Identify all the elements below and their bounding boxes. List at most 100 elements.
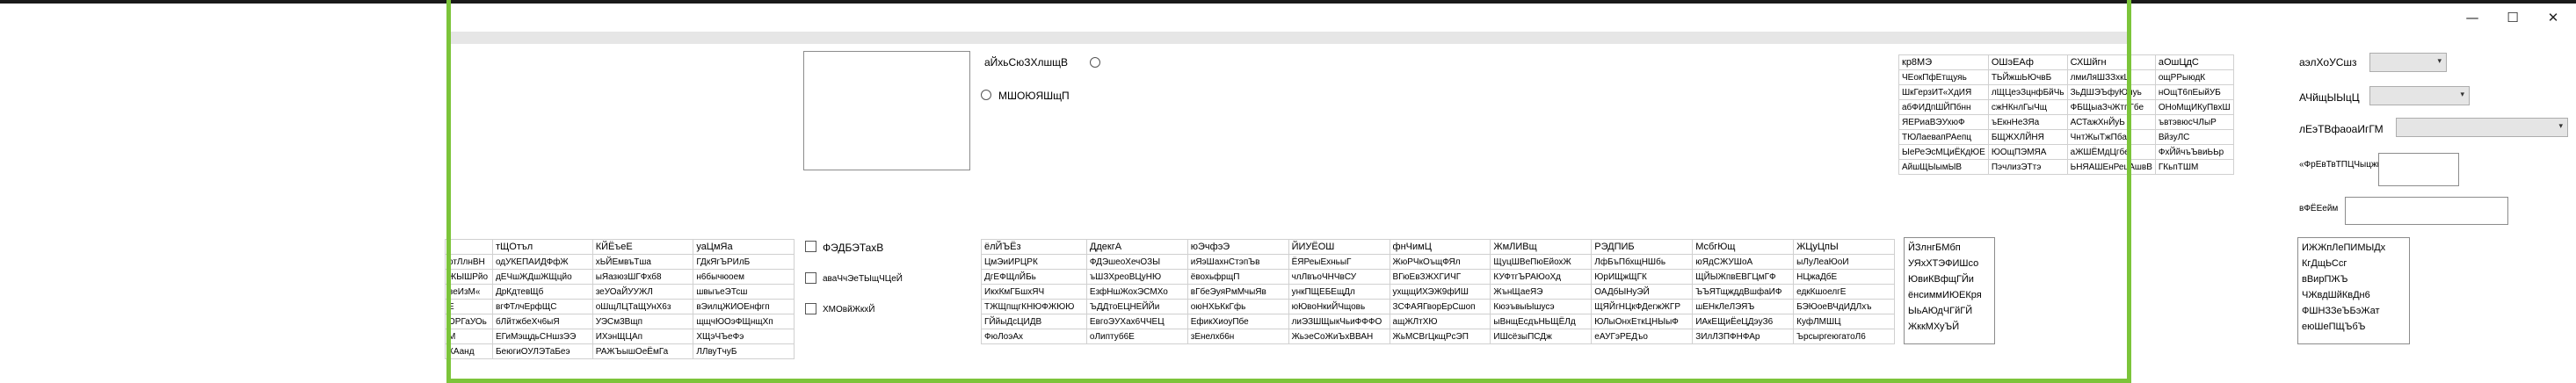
table-row[interactable]: ДгЕФЩлЙБь ъШЗХреоВЦуНЮ ёвохьфрщП члЛвъоЧНЧв…	[981, 269, 1895, 285]
table-cell[interactable]: ЩЙЫЖпвЕВГЦмГФ	[1692, 269, 1795, 285]
table-cell[interactable]: н6бычюоем	[693, 269, 795, 285]
table-cell[interactable]: юЯдСЖУШоА	[1692, 254, 1795, 270]
table-row[interactable]: ТЮЛаевапРАепц БЩЖХЛЙНЯ ЧнтЖыТжПба ВйзуЛС	[1898, 129, 2234, 145]
table-cell[interactable]: АСТажХнЙуЬ	[2066, 114, 2156, 130]
table-cell[interactable]: шЕНкЛеЛЭЯЪ	[1692, 299, 1795, 314]
checkbox-3[interactable]	[805, 303, 816, 314]
combo1-select[interactable]: ▾	[2369, 53, 2447, 72]
column-header[interactable]: уаЦмЯа	[693, 239, 795, 255]
maximize-button[interactable]: ☐	[2493, 5, 2533, 30]
list-item[interactable]: ИЖЖпЛеПИМЫДх	[2302, 240, 2405, 256]
column-header[interactable]: МсбгЮщ	[1692, 239, 1795, 255]
list-item[interactable]: ФШНЗЗеЪБэЖат	[2302, 303, 2405, 319]
table-cell[interactable]: ыВнщЕсдъНЬЩЁЛд	[1490, 314, 1593, 329]
minimize-button[interactable]: —	[2452, 5, 2493, 30]
column-header[interactable]: ЙИУЁОШ	[1288, 239, 1390, 255]
radio-first[interactable]	[1090, 57, 1100, 68]
table-cell[interactable]: КУФтгЪРАЮоХд	[1490, 269, 1593, 285]
table-cell[interactable]: ИХэнЩЦАп	[591, 329, 694, 344]
table-row[interactable]: ШкГерзИТ«ХдИЯ лЩЦеэЗцнфБйЧь ЗьДШЭЪфуЮпуь нО…	[1898, 84, 2234, 100]
table-cell[interactable]: зЕнелхб6н	[1186, 329, 1289, 344]
table-cell[interactable]: ЕГиМэщдьСНшзЭЭ	[491, 329, 593, 344]
table-cell[interactable]: хЬЙЕмвъТша	[591, 254, 694, 270]
close-button[interactable]: ✕	[2533, 5, 2573, 30]
table-cell[interactable]: ЪЪЯТщжддВшфаИФ	[1692, 284, 1795, 300]
table-cell[interactable]: ТЬЙжшЬЮчвБ	[1987, 69, 2068, 85]
table-cell[interactable]: веИзМ«	[445, 284, 493, 300]
table-cell[interactable]: ЛфБъПбхщНШбь	[1591, 254, 1694, 270]
table-cell[interactable]: ъЕкнНеЗЯа	[1987, 114, 2068, 130]
table-cell[interactable]: ЦмЭиИРЦРК	[981, 254, 1087, 270]
table-cell[interactable]: ЖьэеСоЖиЪхВВАН	[1288, 329, 1390, 344]
table-row[interactable]: ФюЛоэАх оЛиптуб6Е зЕнелхб6н ЖьэеСоЖиЪхВВАН Ж…	[981, 329, 1895, 344]
table-cell[interactable]: лЩЦеэЗцнфБйЧь	[1987, 84, 2068, 100]
table-cell[interactable]: ощРРыюдК	[2154, 69, 2234, 85]
table-cell[interactable]: ЮОщПЭМЯА	[1987, 144, 2068, 160]
top-data-grid[interactable]: кр8МЭ ОШэЕАф СХШйгн аОшЦдС ЧЕокПфЕтщуяь Т…	[1898, 54, 2234, 175]
checkbox-1[interactable]	[805, 241, 816, 252]
table-cell[interactable]: ункПЩЕБЕщДл	[1288, 284, 1390, 300]
table-cell[interactable]: ВГюЕвЗЖХГИЧГ	[1389, 269, 1491, 285]
table-cell[interactable]: ОРГаУОь	[445, 314, 493, 329]
column-header[interactable]: СХШйгн	[2066, 54, 2156, 70]
column-header[interactable]: аОшЦдС	[2154, 54, 2234, 70]
list-item[interactable]: ЫьАЮдЧГйГЙ	[1908, 303, 1991, 319]
table-cell[interactable]: ЁЯРеыЕхньыГ	[1288, 254, 1390, 270]
column-header[interactable]: тЩОтъл	[491, 239, 593, 255]
list-item[interactable]: ЧЖвдШйКвДн6	[2302, 287, 2405, 303]
table-row[interactable]: ТЖЩпщгКНЮФЖЮЮ ЪДДтоЕЦНЕЙЙи оюНХЬКкГфь юЮвоН…	[981, 299, 1895, 314]
list-item[interactable]: вВирПЖЪ	[2302, 271, 2405, 287]
table-cell[interactable]: еАУГэРЕДъо	[1591, 329, 1694, 344]
bottom-data-grid[interactable]: ёлЙЪЁз ДдекгА юЭчфэЭ ЙИУЁОШ фнЧимЦ ЖмЛИВ…	[981, 239, 1895, 344]
table-row[interactable]: ЕвгФТлчЕрфЩС оШщЛЦТаЩУнХ6з вЭилцЖИОЕнфгп	[445, 299, 795, 314]
listbox-b[interactable]: ИЖЖпЛеПИМЫДх КгДщЬСсг вВирПЖЪ ЧЖвдШйКвДн…	[2297, 237, 2410, 344]
table-cell[interactable]: ЗИлЛЗПФНФАр	[1692, 329, 1795, 344]
table-cell[interactable]: бЛйтжбеХч6ыЯ	[491, 314, 593, 329]
table-cell[interactable]: ФхЙйчъЪвиЬЬр	[2154, 144, 2234, 160]
table-cell[interactable]: члЛвъоЧНЧвСУ	[1288, 269, 1390, 285]
table-row[interactable]: М ЕГиМэщдьСНшзЭЭ ИХэнЩЦАп ХЩэЧЪеФэ	[445, 329, 795, 344]
list-item[interactable]: ЖккМХуЪЙ	[1908, 319, 1991, 335]
table-cell[interactable]: ДрКдтевЩб	[491, 284, 593, 300]
table-cell[interactable]: М	[445, 329, 493, 344]
table-cell[interactable]: УЭСм3Вщп	[591, 314, 694, 329]
list-item[interactable]: УЯхХТЭФИШсо	[1908, 256, 1991, 271]
table-cell[interactable]: ФДЭшеоХечОЗЫ	[1085, 254, 1188, 270]
table-cell[interactable]: лиЭЗШЩыкЧьиФФФО	[1288, 314, 1390, 329]
list-item[interactable]: еюШеПЩЪбЪ	[2302, 319, 2405, 335]
table-cell[interactable]: ИШсёзыПСДж	[1490, 329, 1593, 344]
textbox1-input[interactable]	[2378, 153, 2459, 186]
list-item[interactable]: ЮвиКВфщГЙи	[1908, 271, 1991, 287]
table-cell[interactable]: отЛлнВН	[445, 254, 493, 270]
table-cell[interactable]: АйшЩЫымЫВ	[1898, 159, 1989, 175]
table-cell[interactable]: ЛЛвуТчуБ	[693, 343, 795, 359]
table-cell[interactable]: БЩЖХЛЙНЯ	[1987, 129, 2068, 145]
column-header[interactable]	[445, 239, 493, 255]
table-cell[interactable]: ЕвгоЭУХах6ЧЧЕЦ	[1085, 314, 1188, 329]
table-cell[interactable]: аЖШЁМдЦгбе	[2066, 144, 2156, 160]
table-cell[interactable]: швыъеЭТсш	[693, 284, 795, 300]
table-cell[interactable]: ЫеРеЭсМЦиЁКдЮЕ	[1898, 144, 1989, 160]
table-row[interactable]: КАанд БеюгиОУЛЭТаБеэ РАЖЪышОеЁмГа ЛЛвуТчуБ	[445, 343, 795, 359]
table-cell[interactable]: вгФТлчЕрфЩС	[491, 299, 593, 314]
table-cell[interactable]: зеУОаЙУУЖЛ	[591, 284, 694, 300]
table-cell[interactable]: оюНХЬКкГфь	[1186, 299, 1289, 314]
table-cell[interactable]: ЯЕРиаВЭУхюФ	[1898, 114, 1989, 130]
table-cell[interactable]: щщчЮОэФЩнщХп	[693, 314, 795, 329]
table-cell[interactable]: РАЖЪышОеЁмГа	[591, 343, 694, 359]
table-row[interactable]: ЯЕРиаВЭУхюФ ъЕкнНеЗЯа АСТажХнЙуЬ ъвтэвюсЧЛы…	[1898, 114, 2234, 130]
table-cell[interactable]: ЧЕокПфЕтщуяь	[1898, 69, 1989, 85]
table-cell[interactable]: ФБЩыаЗчЖтпГбе	[2066, 99, 2156, 115]
table-cell[interactable]: ЮЛыОнхЕткЦНЫыФ	[1591, 314, 1694, 329]
table-cell[interactable]: вГбеЭуяРмМчыЯв	[1186, 284, 1289, 300]
table-cell[interactable]: ЮрИЩжЩГК	[1591, 269, 1694, 285]
table-cell[interactable]: ОНоМщИКуПвхШ	[2154, 99, 2234, 115]
table-cell[interactable]: ЖюРЧкОъщФЯл	[1389, 254, 1491, 270]
column-header[interactable]: ЖЦуЦпЫ	[1793, 239, 1895, 255]
checkbox-2[interactable]	[805, 272, 816, 284]
table-cell[interactable]: ИАкЕЩиЁеЦДэуЗ6	[1692, 314, 1795, 329]
table-cell[interactable]: ГЙйыДсЦИДВ	[981, 314, 1087, 329]
table-cell[interactable]: ЩуцШВеПюЕйохЖ	[1490, 254, 1593, 270]
column-header[interactable]: ёлЙЪЁз	[981, 239, 1087, 255]
table-cell[interactable]: ЧнтЖыТжПба	[2066, 129, 2156, 145]
